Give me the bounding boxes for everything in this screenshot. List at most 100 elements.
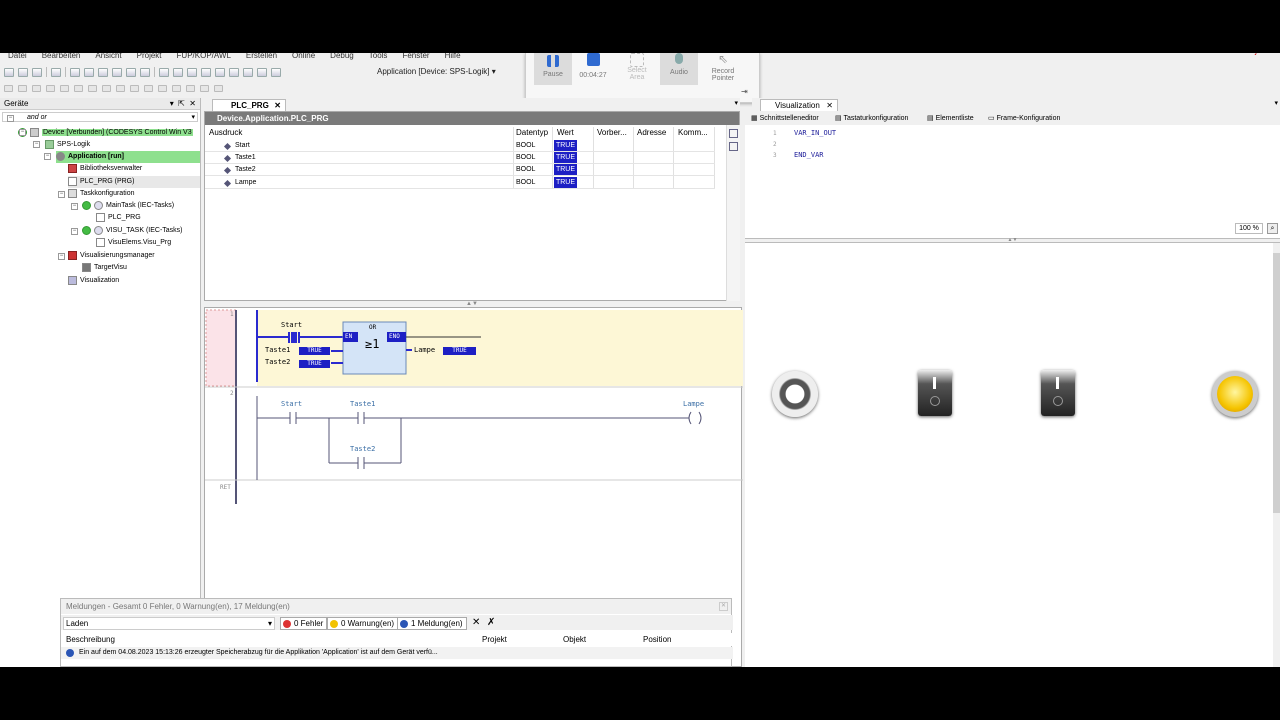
tab-frame-konfiguration[interactable]: ▭ Frame-Konfiguration <box>988 112 1060 125</box>
tree-item-plc-prg[interactable]: PLC_PRG (PRG) <box>68 176 200 188</box>
collapse-toggle[interactable]: − <box>19 129 26 136</box>
breakpoint-icon[interactable] <box>60 84 69 92</box>
close-icon[interactable]: ✕ <box>274 100 281 111</box>
watch-row[interactable]: Lampe BOOL TRUE <box>205 177 715 189</box>
tree-item-taskkonfiguration[interactable]: Taskkonfiguration <box>68 188 134 200</box>
tree-item-visu-task[interactable]: VISU_TASK (IEC-Tasks) <box>82 225 183 237</box>
watch-row[interactable]: Taste2 BOOL TRUE <box>205 164 715 176</box>
cut-icon[interactable] <box>98 67 108 77</box>
clear-all-icon[interactable]: ✗ <box>487 617 495 628</box>
build-icon[interactable] <box>201 67 211 77</box>
tree-item-visualisierungsmanager[interactable]: Visualisierungsmanager <box>68 250 155 262</box>
contact-start-active[interactable] <box>291 332 297 343</box>
replace-icon[interactable] <box>173 67 183 77</box>
coil-icon[interactable] <box>116 84 125 92</box>
col-datentyp[interactable]: Datentyp <box>516 127 548 140</box>
tab-elementliste[interactable]: ▤ Elementliste <box>927 112 974 125</box>
var-taste2-2[interactable]: Taste2 <box>350 445 375 453</box>
zoom-icon[interactable]: ⌕ <box>1267 223 1278 234</box>
var-lampe[interactable]: Lampe <box>414 346 435 354</box>
stop-button[interactable]: 00:04:27 <box>574 53 612 85</box>
box-icon[interactable] <box>130 84 139 92</box>
start-icon[interactable] <box>243 67 253 77</box>
message-row[interactable]: Ein auf dem 04.08.2023 15:13:26 erzeugte… <box>61 647 733 659</box>
return-icon[interactable] <box>172 84 181 92</box>
close-icon[interactable]: ✕ <box>826 100 833 111</box>
errors-filter-button[interactable]: 0 Fehler <box>280 617 328 630</box>
close-icon[interactable]: ✕ <box>719 602 728 611</box>
login-icon[interactable] <box>215 67 225 77</box>
col-adresse[interactable]: Adresse <box>637 127 666 140</box>
switch-taste2[interactable] <box>1041 370 1075 416</box>
value-taste1[interactable]: TRUE <box>299 347 330 355</box>
bookmark-icon[interactable] <box>187 67 197 77</box>
print-icon[interactable] <box>51 67 61 77</box>
col-vorbereitet[interactable]: Vorber... <box>597 127 627 140</box>
tree-item-targetvisu[interactable]: TargetVisu <box>82 262 127 274</box>
coil-lampe[interactable] <box>688 411 692 425</box>
tab-plc-prg[interactable]: PLC_PRG ✕ <box>212 99 286 111</box>
value-cell[interactable]: TRUE <box>554 152 577 163</box>
parallel-icon[interactable] <box>186 84 195 92</box>
new-icon[interactable] <box>4 67 14 77</box>
menu-tools[interactable]: Tools <box>369 53 388 63</box>
col-ausdruck[interactable]: Ausdruck <box>209 127 242 140</box>
step-out-icon[interactable] <box>46 84 55 92</box>
menu-bearbeiten[interactable]: Bearbeiten <box>42 53 81 63</box>
tab-list-arrow-icon[interactable]: ▾ <box>1274 99 1278 107</box>
open-icon[interactable] <box>18 67 28 77</box>
menu-erstellen[interactable]: Erstellen <box>246 53 277 63</box>
panel-pin-close-icons[interactable]: ▾ ⇱ ✕ <box>170 98 196 110</box>
watch-row[interactable]: Taste1 BOOL TRUE <box>205 152 715 164</box>
paste-icon[interactable] <box>126 67 136 77</box>
value-cell[interactable]: TRUE <box>554 177 577 188</box>
menu-projekt[interactable]: Projekt <box>137 53 162 63</box>
value-cell[interactable]: TRUE <box>554 164 577 175</box>
declarations-icon[interactable] <box>729 129 738 138</box>
col-kommentar[interactable]: Komm... <box>678 127 708 140</box>
tab-visualization[interactable]: Visualization ✕ <box>760 99 838 111</box>
redo-icon[interactable] <box>84 67 94 77</box>
force-values-icon[interactable] <box>88 84 97 92</box>
collapse-toggle[interactable]: − <box>58 191 65 198</box>
collapse-toggle[interactable]: − <box>71 203 78 210</box>
table-view-icon[interactable] <box>729 142 738 151</box>
project-select[interactable]: and or ▾ <box>2 112 198 122</box>
value-taste2[interactable]: TRUE <box>299 360 330 368</box>
var-lampe-2[interactable]: Lampe <box>683 400 704 408</box>
var-taste1-2[interactable]: Taste1 <box>350 400 375 408</box>
col-position[interactable]: Position <box>643 633 671 646</box>
zoom-level[interactable]: 100 % <box>1235 223 1263 234</box>
watch-row[interactable]: Start BOOL TRUE <box>205 140 715 152</box>
collapse-toggle[interactable]: − <box>71 228 78 235</box>
infos-filter-button[interactable]: 1 Meldung(en) <box>397 617 467 630</box>
message-category-select[interactable]: Laden ▾ <box>63 617 275 630</box>
step-icon[interactable] <box>4 84 13 92</box>
col-projekt[interactable]: Projekt <box>482 633 507 646</box>
tree-item-sps-logik[interactable]: SPS-Logik <box>45 139 90 151</box>
menu-debug[interactable]: Debug <box>330 53 354 63</box>
collapse-toggle[interactable]: − <box>7 115 14 122</box>
tree-item-visualization[interactable]: Visualization <box>68 275 119 287</box>
warnings-filter-button[interactable]: 0 Warnung(en) <box>327 617 399 630</box>
record-pointer-button[interactable]: ⇖ Record Pointer <box>702 53 744 85</box>
value-lampe[interactable]: TRUE <box>443 347 476 355</box>
menu-datei[interactable]: Datei <box>8 53 27 63</box>
col-beschreibung[interactable]: Beschreibung <box>66 633 115 646</box>
pin-icon[interactable]: ⇥ <box>741 87 748 96</box>
undo-icon[interactable] <box>70 67 80 77</box>
var-taste1[interactable]: Taste1 <box>265 346 290 354</box>
menu-hilfe[interactable]: Hilfe <box>445 53 461 63</box>
save-icon[interactable] <box>32 67 42 77</box>
negate-icon[interactable] <box>200 84 209 92</box>
tab-tastaturkonfiguration[interactable]: ▤ Tastaturkonfiguration <box>835 112 908 125</box>
switch-taste1[interactable] <box>918 370 952 416</box>
collapse-toggle[interactable]: − <box>33 141 40 148</box>
contact-icon[interactable] <box>102 84 111 92</box>
tab-list-arrow-icon[interactable]: ▾ <box>734 99 738 107</box>
tree-item-bibliotheksverwalter[interactable]: Bibliotheksverwalter <box>68 163 142 175</box>
active-application-select[interactable]: Application [Device: SPS-Logik] ▾ <box>377 67 496 76</box>
menu-fenster[interactable]: Fenster <box>402 53 429 63</box>
copy-icon[interactable] <box>112 67 122 77</box>
audio-button[interactable]: Audio <box>660 53 698 85</box>
